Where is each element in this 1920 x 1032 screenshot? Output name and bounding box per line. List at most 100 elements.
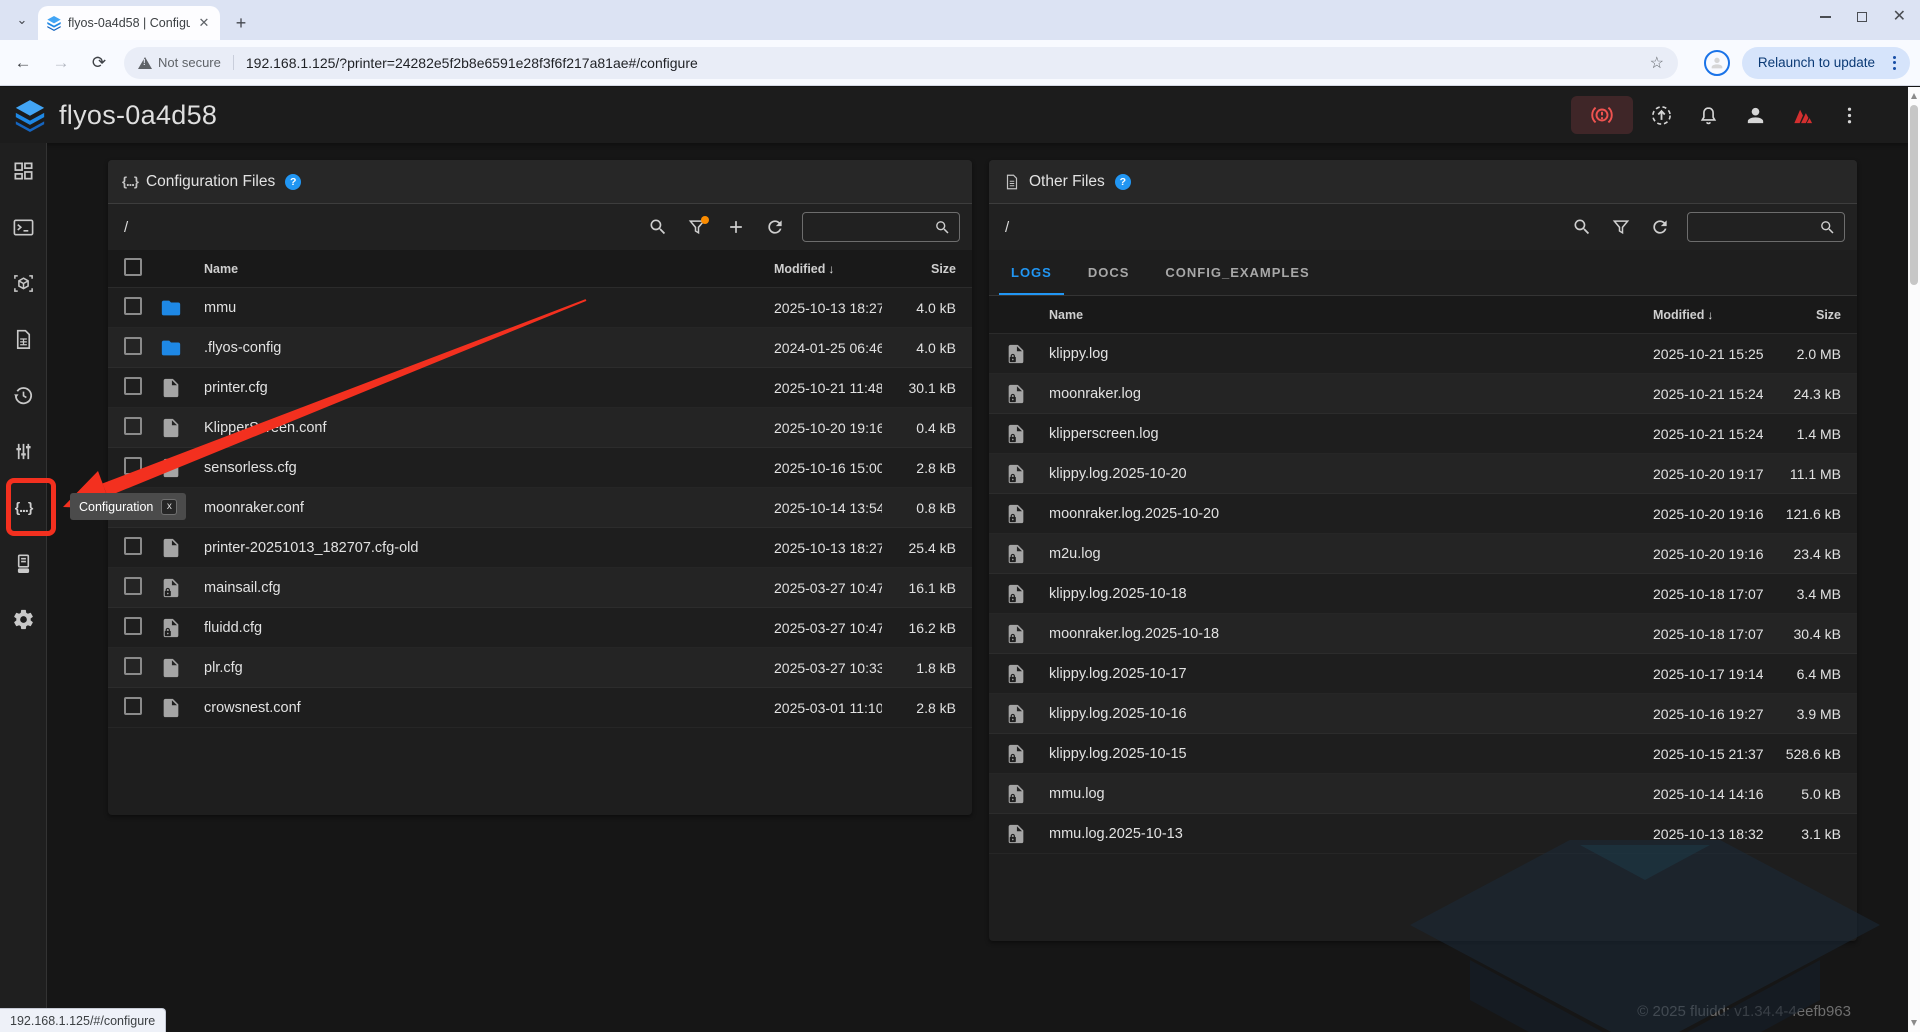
tooltip-badge: x	[161, 499, 177, 515]
current-path[interactable]: /	[124, 219, 631, 236]
profile-avatar[interactable]	[1704, 50, 1730, 76]
column-modified[interactable]: Modified↓	[774, 262, 882, 276]
sidebar-item-jobs[interactable]	[0, 311, 47, 367]
table-row[interactable]: KlipperScreen.conf2025-10-20 19:160.4 kB	[108, 408, 972, 448]
row-checkbox[interactable]	[124, 577, 142, 595]
update-available-icon[interactable]	[1642, 96, 1680, 134]
window-close-icon[interactable]: ✕	[1893, 12, 1906, 22]
scroll-down-icon[interactable]	[1911, 1020, 1917, 1026]
current-path[interactable]: /	[1005, 219, 1555, 236]
file-search-field[interactable]	[1687, 212, 1845, 242]
window-menu-chevron-icon[interactable]: ⌄	[8, 6, 36, 34]
sidebar-item-system[interactable]	[0, 535, 47, 591]
search-icon[interactable]	[1570, 215, 1594, 239]
sidebar-item-settings[interactable]	[0, 591, 47, 647]
file-size: 1.8 kB	[882, 660, 956, 676]
table-row[interactable]: fluidd.cfg2025-03-27 10:4716.2 kB	[108, 608, 972, 648]
table-row[interactable]: moonraker.conf2025-10-14 13:540.8 kB	[108, 488, 972, 528]
help-icon[interactable]: ?	[285, 174, 301, 190]
table-row[interactable]: klippy.log.2025-10-182025-10-18 17:073.4…	[989, 574, 1857, 614]
file-search-field[interactable]	[802, 212, 960, 242]
file-name: mainsail.cfg	[204, 580, 774, 596]
sidebar-item-gcode-preview[interactable]	[0, 255, 47, 311]
select-all-checkbox[interactable]	[124, 258, 142, 276]
sidebar-item-history[interactable]	[0, 367, 47, 423]
row-checkbox[interactable]	[124, 457, 142, 475]
bookmark-star-icon[interactable]: ☆	[1650, 53, 1664, 73]
browser-tab[interactable]: flyos-0a4d58 | Configuration ✕	[38, 6, 220, 40]
row-checkbox[interactable]	[124, 537, 142, 555]
table-row[interactable]: plr.cfg2025-03-27 10:331.8 kB	[108, 648, 972, 688]
table-row[interactable]: mmu.log2025-10-14 14:165.0 kB	[989, 774, 1857, 814]
file-name: klippy.log.2025-10-18	[1049, 586, 1653, 602]
table-row[interactable]: klippy.log.2025-10-162025-10-16 19:273.9…	[989, 694, 1857, 734]
address-bar[interactable]: Not secure 192.168.1.125/?printer=24282e…	[124, 47, 1678, 79]
sidebar-item-console[interactable]	[0, 199, 47, 255]
window-minimize-icon[interactable]	[1820, 16, 1831, 18]
table-row[interactable]: moonraker.log2025-10-21 15:2424.3 kB	[989, 374, 1857, 414]
table-row[interactable]: m2u.log2025-10-20 19:1623.4 kB	[989, 534, 1857, 574]
table-row[interactable]: klippy.log.2025-10-202025-10-20 19:1711.…	[989, 454, 1857, 494]
table-row[interactable]: moonraker.log.2025-10-182025-10-18 17:07…	[989, 614, 1857, 654]
table-row[interactable]: sensorless.cfg2025-10-16 15:002.8 kB	[108, 448, 972, 488]
sidebar-nav: {...}	[0, 143, 47, 1032]
page-scrollbar[interactable]	[1908, 87, 1920, 1032]
window-maximize-icon[interactable]	[1857, 12, 1867, 22]
browser-menu-icon[interactable]	[1885, 56, 1904, 70]
sort-desc-icon: ↓	[1707, 308, 1713, 322]
table-row[interactable]: klipperscreen.log2025-10-21 15:241.4 MB	[989, 414, 1857, 454]
help-icon[interactable]: ?	[1115, 174, 1131, 190]
vendor-logo-icon[interactable]	[1783, 96, 1821, 134]
back-button[interactable]: ←	[8, 48, 38, 78]
table-row[interactable]: .flyos-config2024-01-25 06:464.0 kB	[108, 328, 972, 368]
table-row[interactable]: crowsnest.conf2025-03-01 11:102.8 kB	[108, 688, 972, 728]
notifications-bell-icon[interactable]	[1689, 96, 1727, 134]
emergency-stop-button[interactable]	[1571, 96, 1633, 134]
row-checkbox[interactable]	[124, 297, 142, 315]
security-chip[interactable]: Not secure	[138, 55, 234, 70]
relaunch-update-button[interactable]: Relaunch to update	[1742, 47, 1910, 79]
tab-docs[interactable]: DOCS	[1070, 250, 1148, 295]
table-row[interactable]: mainsail.cfg2025-03-27 10:4716.1 kB	[108, 568, 972, 608]
table-row[interactable]: printer.cfg2025-10-21 11:4830.1 kB	[108, 368, 972, 408]
search-input[interactable]	[811, 219, 928, 236]
row-checkbox[interactable]	[124, 657, 142, 675]
row-checkbox[interactable]	[124, 697, 142, 715]
table-row[interactable]: klippy.log.2025-10-172025-10-17 19:146.4…	[989, 654, 1857, 694]
file-name: KlipperScreen.conf	[204, 420, 774, 436]
scrollbar-thumb[interactable]	[1910, 105, 1918, 285]
add-file-icon[interactable]	[724, 215, 748, 239]
column-name[interactable]: Name	[204, 262, 774, 276]
refresh-icon[interactable]	[763, 215, 787, 239]
column-modified[interactable]: Modified↓	[1653, 308, 1763, 322]
table-row[interactable]: klippy.log2025-10-21 15:252.0 MB	[989, 334, 1857, 374]
row-checkbox[interactable]	[124, 337, 142, 355]
filter-icon[interactable]	[685, 215, 709, 239]
column-size[interactable]: Size	[882, 262, 956, 276]
search-input[interactable]	[1696, 219, 1813, 236]
tab-logs[interactable]: LOGS	[993, 250, 1070, 295]
tab-close-icon[interactable]: ✕	[196, 15, 212, 31]
row-checkbox[interactable]	[124, 617, 142, 635]
table-row[interactable]: klippy.log.2025-10-152025-10-15 21:37528…	[989, 734, 1857, 774]
filter-icon[interactable]	[1609, 215, 1633, 239]
forward-button[interactable]: →	[46, 48, 76, 78]
new-tab-button[interactable]: +	[228, 10, 254, 36]
sidebar-item-dashboard[interactable]	[0, 143, 47, 199]
user-account-icon[interactable]	[1736, 96, 1774, 134]
refresh-icon[interactable]	[1648, 215, 1672, 239]
table-row[interactable]: printer-20251013_182707.cfg-old2025-10-1…	[108, 528, 972, 568]
column-name[interactable]: Name	[1049, 308, 1653, 322]
table-row[interactable]: moonraker.log.2025-10-202025-10-20 19:16…	[989, 494, 1857, 534]
row-checkbox[interactable]	[124, 377, 142, 395]
row-checkbox[interactable]	[124, 417, 142, 435]
sidebar-item-tune[interactable]	[0, 423, 47, 479]
scroll-up-icon[interactable]	[1911, 93, 1917, 99]
tab-config-examples[interactable]: CONFIG_EXAMPLES	[1147, 250, 1327, 295]
column-size[interactable]: Size	[1763, 308, 1841, 322]
search-icon[interactable]	[646, 215, 670, 239]
overflow-menu-icon[interactable]	[1830, 96, 1868, 134]
table-row[interactable]: mmu.log.2025-10-132025-10-13 18:323.1 kB	[989, 814, 1857, 854]
table-row[interactable]: mmu2025-10-13 18:274.0 kB	[108, 288, 972, 328]
reload-button[interactable]: ⟳	[84, 48, 114, 78]
